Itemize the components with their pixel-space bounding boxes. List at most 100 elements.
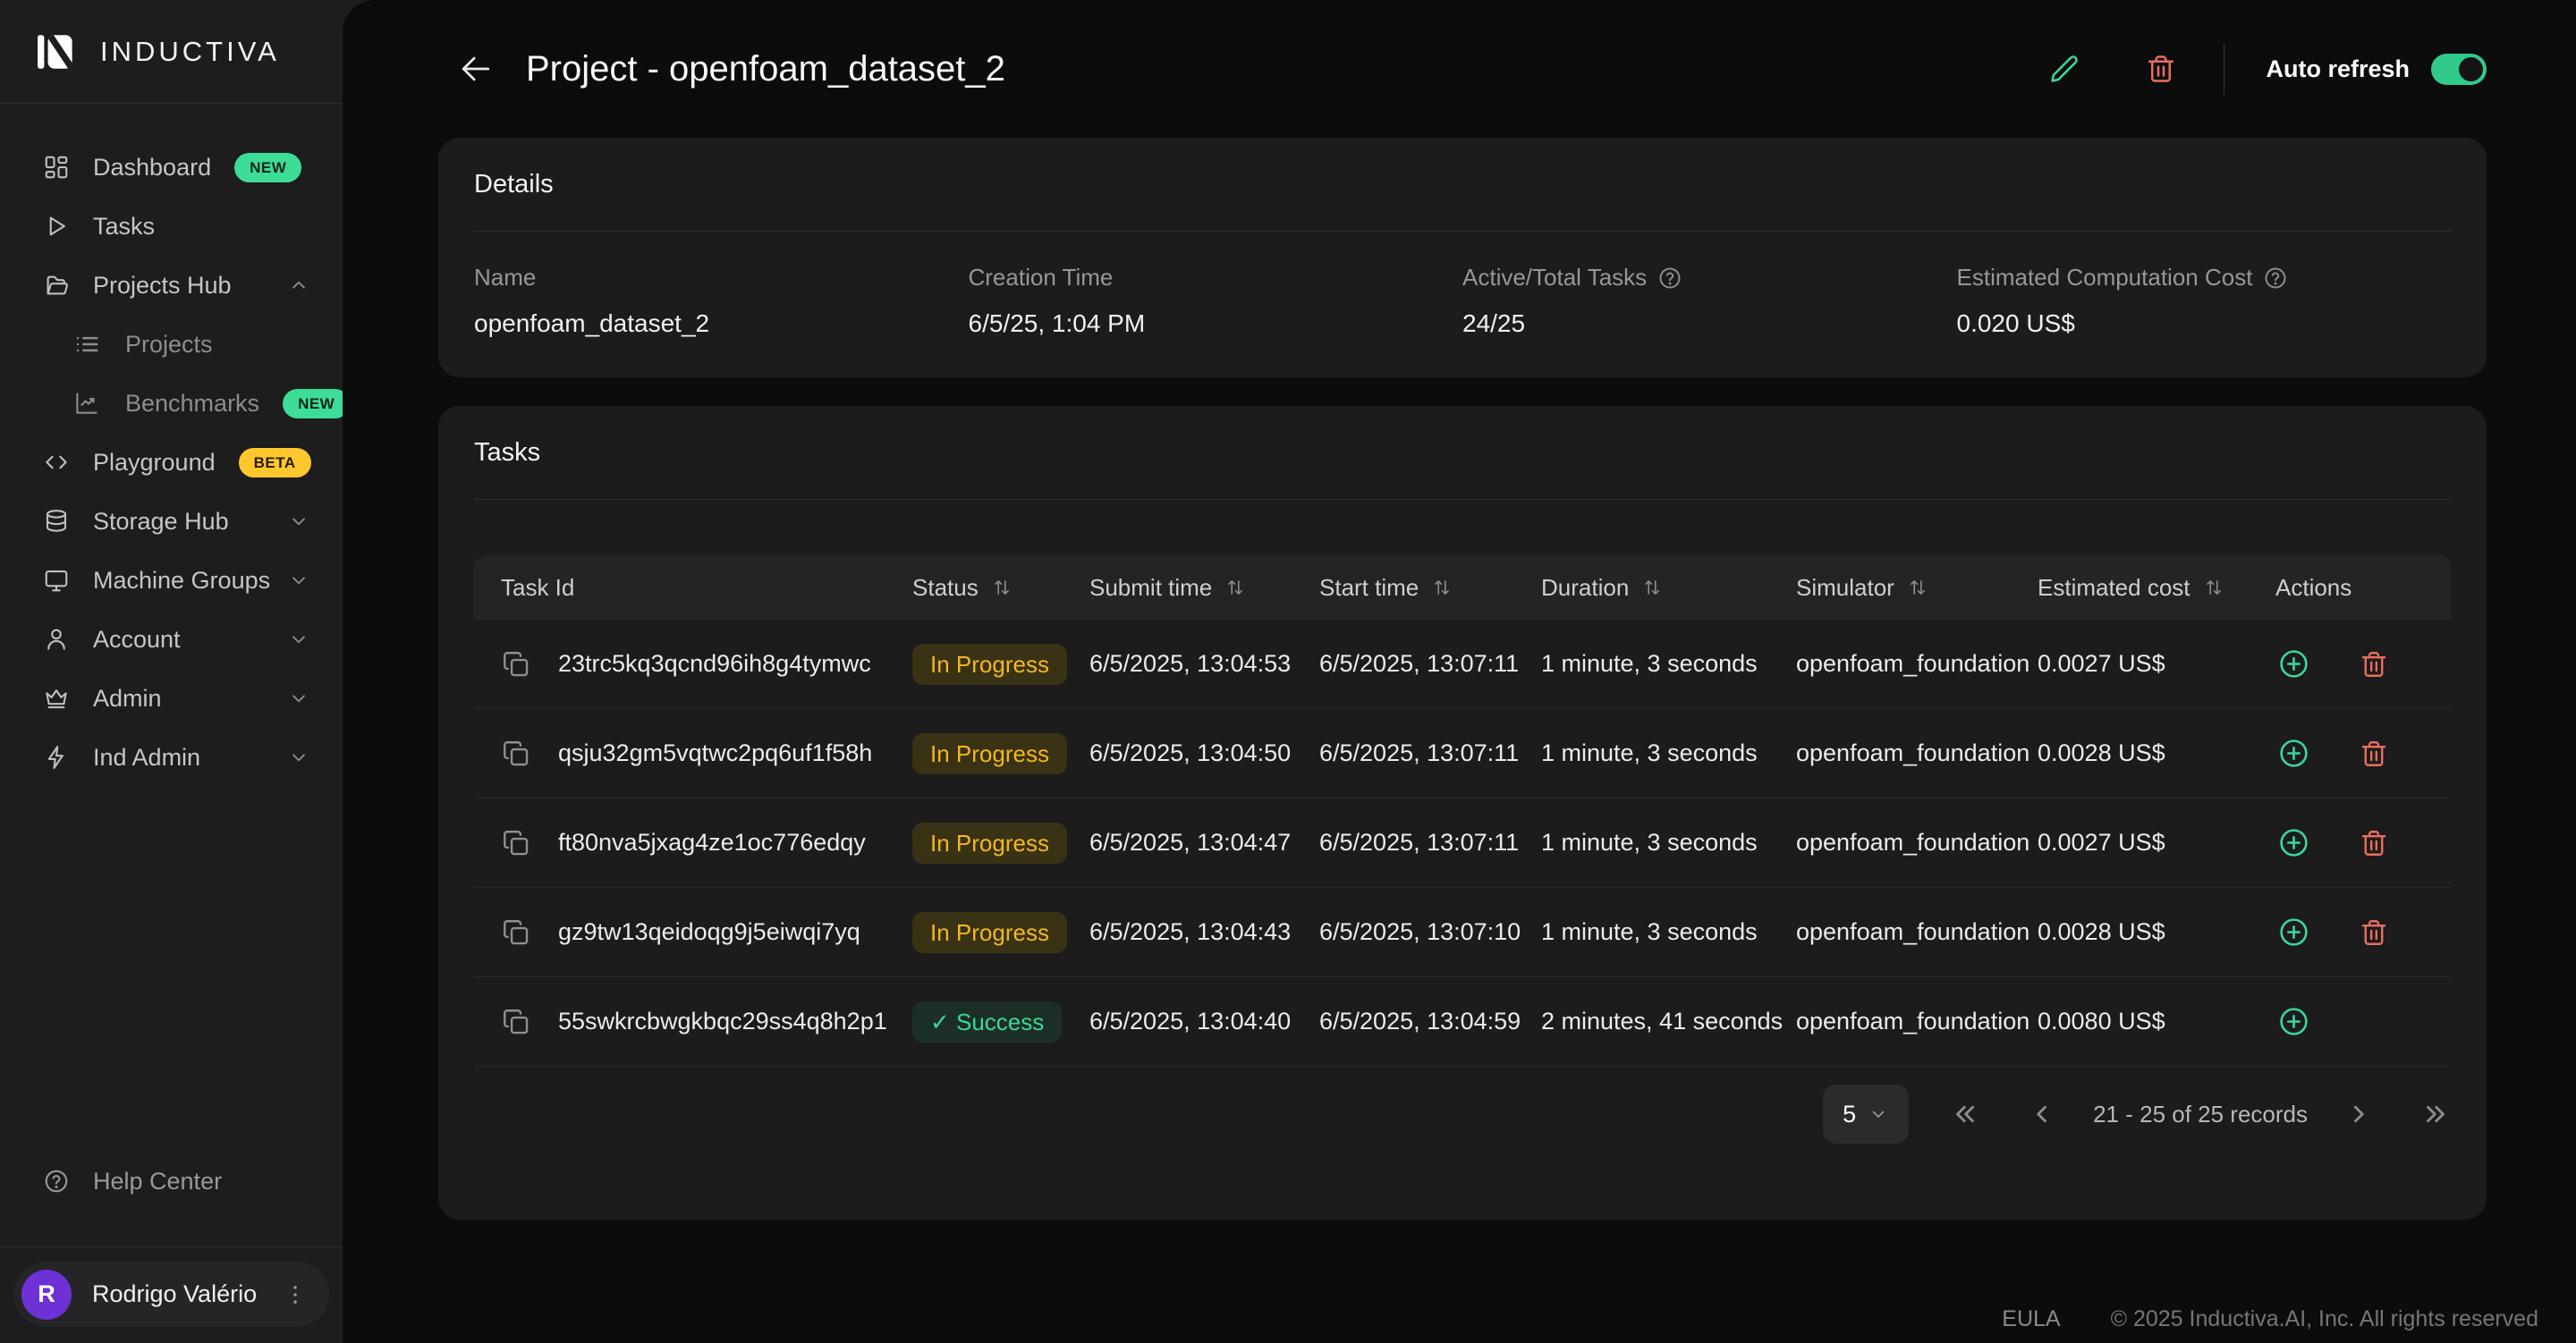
field-value: 24/25 — [1462, 309, 1957, 338]
task-id: gz9tw13qeidoqg9j5eiwqi7yq — [558, 918, 860, 946]
back-button[interactable] — [456, 49, 496, 89]
chevron-up-icon — [287, 274, 310, 297]
copy-icon[interactable] — [501, 828, 531, 858]
kill-task-button[interactable] — [2359, 649, 2389, 680]
add-task-button[interactable] — [2277, 647, 2310, 680]
duration: 1 minute, 3 seconds — [1523, 650, 1778, 678]
help-circle-icon[interactable] — [2263, 266, 2288, 291]
auto-refresh-toggle[interactable] — [2431, 54, 2487, 85]
column-header-estimated-cost[interactable]: Estimated cost — [2020, 574, 2258, 602]
sidebar-item-account[interactable]: Account — [0, 610, 343, 669]
more-vertical-icon[interactable] — [283, 1282, 308, 1307]
sort-icon — [2202, 576, 2225, 599]
column-header-duration[interactable]: Duration — [1523, 574, 1778, 602]
estimated-cost: 0.0027 US$ — [2020, 829, 2258, 857]
duration: 1 minute, 3 seconds — [1523, 739, 1778, 767]
sidebar-item-label: Playground — [93, 449, 216, 477]
sidebar-item-playground[interactable]: Playground BETA — [0, 433, 343, 492]
first-page-button[interactable] — [1950, 1099, 1980, 1129]
column-header-simulator[interactable]: Simulator — [1778, 574, 2020, 602]
previous-page-button[interactable] — [2027, 1099, 2057, 1129]
chevron-down-icon — [1868, 1103, 1889, 1125]
last-page-button[interactable] — [2420, 1099, 2451, 1129]
monitor-icon — [43, 567, 70, 594]
kill-task-button[interactable] — [2359, 917, 2389, 948]
column-label: Duration — [1541, 574, 1629, 602]
play-icon — [43, 213, 70, 240]
sidebar-item-label: Ind Admin — [93, 744, 200, 772]
submit-time: 6/5/2025, 13:04:43 — [1072, 918, 1301, 946]
sidebar-item-projects-hub[interactable]: Projects Hub — [0, 256, 343, 315]
sidebar-item-benchmarks[interactable]: Benchmarks NEW — [0, 374, 343, 433]
delete-project-button[interactable] — [2145, 53, 2177, 85]
add-task-button[interactable] — [2277, 1005, 2310, 1038]
header-actions: Auto refresh — [2048, 43, 2487, 95]
add-task-button[interactable] — [2277, 826, 2310, 859]
status-badge: In Progress — [912, 912, 1067, 953]
column-label: Task Id — [501, 574, 574, 602]
badge: BETA — [239, 448, 311, 477]
estimated-cost: 0.0080 US$ — [2020, 1008, 2258, 1035]
duration: 1 minute, 3 seconds — [1523, 918, 1778, 946]
chevron-down-icon — [287, 569, 310, 592]
sidebar: INDUCTIVA Dashboard NEW Tasks Projects H… — [0, 0, 343, 1343]
status-badge: In Progress — [912, 733, 1067, 774]
copy-icon[interactable] — [501, 739, 531, 769]
page-size-value: 5 — [1843, 1101, 1856, 1128]
auto-refresh-label: Auto refresh — [2266, 55, 2410, 83]
column-header-status[interactable]: Status — [894, 574, 1072, 602]
copy-icon[interactable] — [501, 917, 531, 948]
sidebar-item-storage-hub[interactable]: Storage Hub — [0, 492, 343, 551]
row-actions — [2258, 1005, 2451, 1038]
sidebar-item-admin[interactable]: Admin — [0, 669, 343, 728]
column-label: Status — [912, 574, 979, 602]
copyright-text: © 2025 Inductiva.AI, Inc. All rights res… — [2111, 1306, 2538, 1332]
start-time: 6/5/2025, 13:07:11 — [1301, 739, 1523, 767]
user-icon — [43, 626, 70, 653]
simulator: openfoam_foundation — [1778, 918, 2020, 946]
eula-link[interactable]: EULA — [2002, 1306, 2060, 1332]
sort-icon — [1430, 576, 1453, 599]
kill-task-button[interactable] — [2359, 828, 2389, 858]
user-name: Rodrigo Valério — [92, 1280, 283, 1308]
sidebar-item-label: Machine Groups — [93, 567, 270, 595]
help-circle-icon[interactable] — [1657, 266, 1682, 291]
estimated-cost: 0.0028 US$ — [2020, 739, 2258, 767]
page-size-select[interactable]: 5 — [1823, 1085, 1909, 1144]
simulator: openfoam_foundation — [1778, 1008, 2020, 1035]
sidebar-spacer — [0, 787, 343, 1152]
details-field: Name openfoam_dataset_2 — [474, 264, 969, 338]
sidebar-item-projects[interactable]: Projects — [0, 315, 343, 374]
table-row: qsju32gm5vqtwc2pq6uf1f58h In Progress 6/… — [474, 709, 2451, 798]
sort-icon — [990, 576, 1013, 599]
submit-time: 6/5/2025, 13:04:47 — [1072, 829, 1301, 857]
chevron-down-icon — [287, 687, 310, 710]
submit-time: 6/5/2025, 13:04:40 — [1072, 1008, 1301, 1035]
add-task-button[interactable] — [2277, 916, 2310, 949]
details-field: Estimated Computation Cost 0.020 US$ — [1957, 264, 2452, 338]
help-circle-icon — [43, 1168, 70, 1195]
sidebar-item-tasks[interactable]: Tasks — [0, 197, 343, 256]
user-menu[interactable]: R Rodrigo Valério — [13, 1262, 329, 1327]
field-value: openfoam_dataset_2 — [474, 309, 969, 338]
task-id: qsju32gm5vqtwc2pq6uf1f58h — [558, 739, 872, 767]
simulator: openfoam_foundation — [1778, 739, 2020, 767]
column-header-start-time[interactable]: Start time — [1301, 574, 1523, 602]
sidebar-item-machine-groups[interactable]: Machine Groups — [0, 551, 343, 610]
sidebar-item-help-center[interactable]: Help Center — [0, 1152, 343, 1211]
edit-project-button[interactable] — [2048, 53, 2080, 85]
avatar: R — [21, 1270, 72, 1320]
kill-task-button[interactable] — [2359, 739, 2389, 769]
details-card: Details Name openfoam_dataset_2 Creation… — [438, 138, 2487, 377]
sidebar-item-label: Projects — [125, 331, 213, 359]
task-id: ft80nva5jxag4ze1oc776edqy — [558, 829, 866, 857]
add-task-button[interactable] — [2277, 737, 2310, 770]
page-title: Project - openfoam_dataset_2 — [526, 49, 1005, 89]
inductiva-logo-icon — [36, 30, 80, 74]
copy-icon[interactable] — [501, 1007, 531, 1037]
next-page-button[interactable] — [2343, 1099, 2374, 1129]
sidebar-item-dashboard[interactable]: Dashboard NEW — [0, 138, 343, 197]
sidebar-item-ind-admin[interactable]: Ind Admin — [0, 728, 343, 787]
copy-icon[interactable] — [501, 649, 531, 680]
column-header-submit-time[interactable]: Submit time — [1072, 574, 1301, 602]
